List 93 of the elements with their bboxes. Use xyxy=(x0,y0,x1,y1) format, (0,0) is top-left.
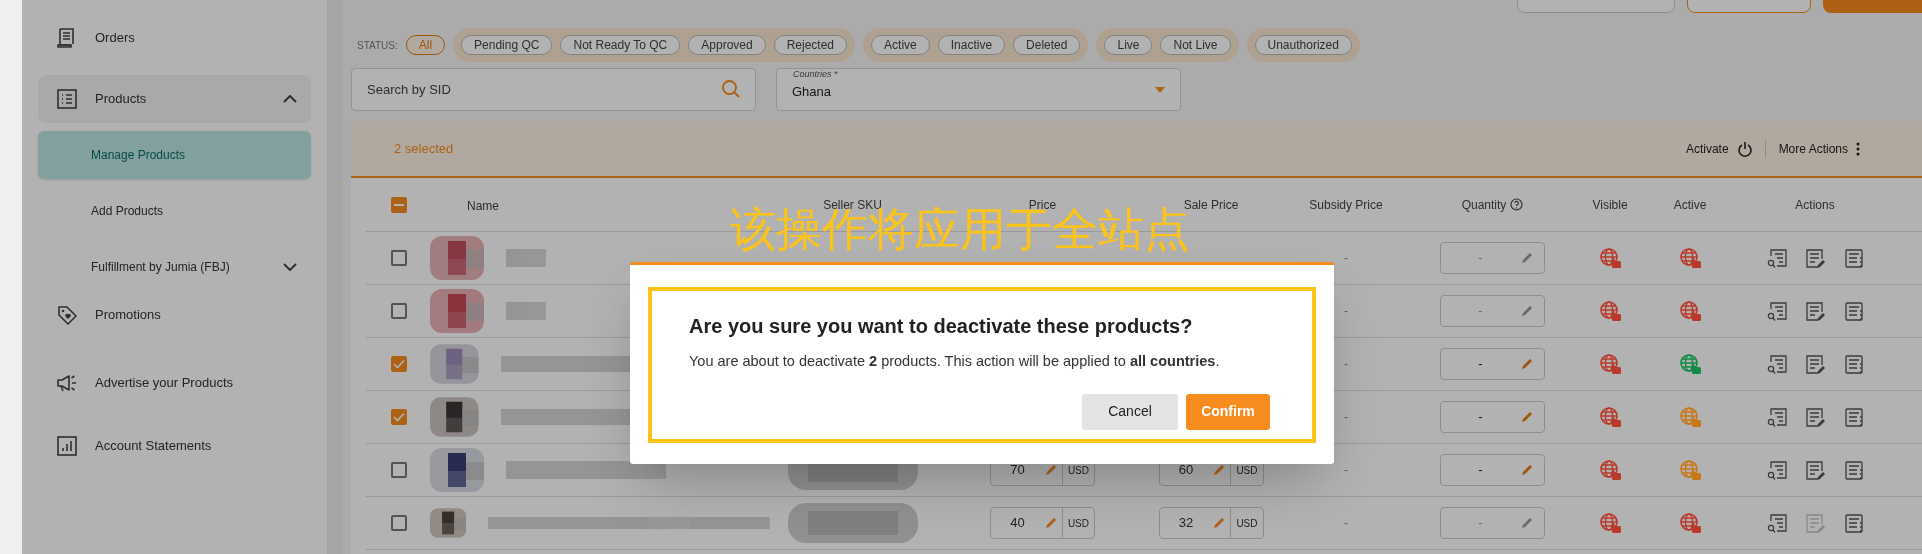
more-options-icon[interactable] xyxy=(1843,300,1865,322)
selection-count: 2 selected xyxy=(394,139,455,158)
column-header: Visible xyxy=(1592,196,1628,214)
tag-icon xyxy=(56,304,78,326)
checkbox[interactable] xyxy=(391,303,407,319)
filter-chip[interactable]: Unauthorized xyxy=(1254,35,1352,55)
pencil-icon xyxy=(1520,251,1534,265)
table-cell-text: - xyxy=(1344,462,1348,479)
sidebar-subitem[interactable]: Fulfillment by Jumia (FBJ) xyxy=(38,243,311,291)
column-header: Sale Price xyxy=(1183,196,1239,212)
pencil-icon xyxy=(1520,516,1534,530)
table-cell-text: - xyxy=(1344,303,1348,320)
more-options-icon[interactable] xyxy=(1843,247,1865,269)
edit-document-icon[interactable] xyxy=(1804,247,1826,269)
view-details-icon[interactable] xyxy=(1765,353,1787,375)
checkbox[interactable] xyxy=(391,196,407,213)
edit-document-icon[interactable] xyxy=(1804,300,1826,322)
dialog-title: Are you sure you want to deactivate these products? xyxy=(689,314,1194,339)
view-details-icon[interactable] xyxy=(1765,512,1787,534)
filter-chip[interactable]: Rejected xyxy=(773,35,848,55)
view-details-icon[interactable] xyxy=(1765,247,1787,269)
sidebar-item[interactable]: Account Statements xyxy=(38,422,311,470)
table-cell-text: - xyxy=(1344,409,1348,426)
filter-chip[interactable]: Deleted xyxy=(1013,35,1081,55)
filter-chip[interactable]: Not Ready To QC xyxy=(560,35,681,55)
minus-icon xyxy=(394,203,404,206)
pencil-icon xyxy=(1043,516,1058,530)
pencil-icon xyxy=(1520,410,1534,424)
price-field[interactable]: 40 USD xyxy=(990,507,1095,539)
column-header: Quantity xyxy=(1461,196,1507,214)
table-cell-text: - xyxy=(1344,356,1348,373)
pencil-icon xyxy=(1520,463,1534,477)
filter-chip[interactable]: Pending QC xyxy=(461,35,553,55)
column-header: Actions xyxy=(1795,196,1835,214)
help-icon xyxy=(1510,198,1524,211)
check-icon xyxy=(393,359,405,369)
sidebar-subitem[interactable]: Add Products xyxy=(38,187,311,235)
check-icon xyxy=(393,412,405,422)
more-options-icon[interactable] xyxy=(1843,459,1865,481)
view-details-icon[interactable] xyxy=(1765,459,1787,481)
checkbox[interactable] xyxy=(391,356,407,372)
table-cell-text: - xyxy=(1344,250,1348,267)
edit-document-icon[interactable] xyxy=(1804,353,1826,375)
sidebar-item[interactable]: Advertise your Products xyxy=(38,359,311,407)
checkbox[interactable] xyxy=(391,250,407,266)
field-label: Countries * xyxy=(791,70,840,79)
sidebar-subitem[interactable]: Manage Products xyxy=(38,131,311,179)
select-value: Ghana xyxy=(792,82,833,101)
redacted-text xyxy=(506,249,546,267)
table-cell-text: - xyxy=(1344,515,1348,532)
edit-document-icon[interactable] xyxy=(1804,406,1826,428)
quantity-field[interactable]: - xyxy=(1440,348,1545,380)
dialog-message: You are about to deactivate 2 products. This action will be applied to all countries. xyxy=(689,352,1221,371)
filter-chip[interactable]: Approved xyxy=(688,35,766,55)
filter-chip[interactable]: Inactive xyxy=(937,35,1006,55)
search-field[interactable]: Search by SID xyxy=(351,68,756,111)
power-icon xyxy=(1736,140,1753,157)
checkbox[interactable] xyxy=(391,462,407,478)
cancel-button[interactable]: Cancel xyxy=(1082,393,1178,430)
price-field[interactable]: 32 USD xyxy=(1158,507,1264,539)
pencil-icon xyxy=(1520,357,1534,371)
checkbox[interactable] xyxy=(391,409,407,425)
dropdown-caret-icon xyxy=(1155,86,1165,93)
pencil-icon xyxy=(1212,516,1227,530)
activate-button[interactable]: Activate xyxy=(1685,139,1753,158)
more-options-icon[interactable] xyxy=(1843,406,1865,428)
pencil-icon xyxy=(1520,304,1534,318)
search-icon xyxy=(721,79,741,99)
redacted-text xyxy=(506,302,546,320)
column-header: Active xyxy=(1673,196,1707,214)
kebab-menu-icon xyxy=(1856,141,1860,156)
filter-chip[interactable]: Not Live xyxy=(1160,35,1231,55)
countries-select[interactable]: Countries * Ghana xyxy=(776,68,1181,111)
edit-document-icon[interactable] xyxy=(1804,459,1826,481)
column-header: Name xyxy=(467,198,499,213)
status-label: STATUS: xyxy=(357,38,398,53)
sidebar-item[interactable]: Products xyxy=(38,75,311,123)
view-details-icon[interactable] xyxy=(1765,406,1787,428)
filter-chip[interactable]: Live xyxy=(1104,35,1153,55)
checkbox[interactable] xyxy=(391,515,407,531)
chart-icon xyxy=(56,435,78,457)
view-details-icon[interactable] xyxy=(1765,300,1787,322)
filter-chip[interactable]: Active xyxy=(871,35,930,55)
more-options-icon[interactable] xyxy=(1843,512,1865,534)
quantity-field[interactable]: - xyxy=(1440,401,1545,433)
quantity-field[interactable]: - xyxy=(1440,454,1545,486)
column-header: Subsidy Price xyxy=(1309,196,1383,214)
sidebar-item[interactable]: Promotions xyxy=(38,291,311,339)
more-actions-button[interactable]: More Actions xyxy=(1764,139,1860,158)
list-icon xyxy=(56,88,78,110)
more-options-icon[interactable] xyxy=(1843,353,1865,375)
sidebar-item[interactable]: Orders xyxy=(38,14,311,62)
megaphone-icon xyxy=(56,372,78,394)
